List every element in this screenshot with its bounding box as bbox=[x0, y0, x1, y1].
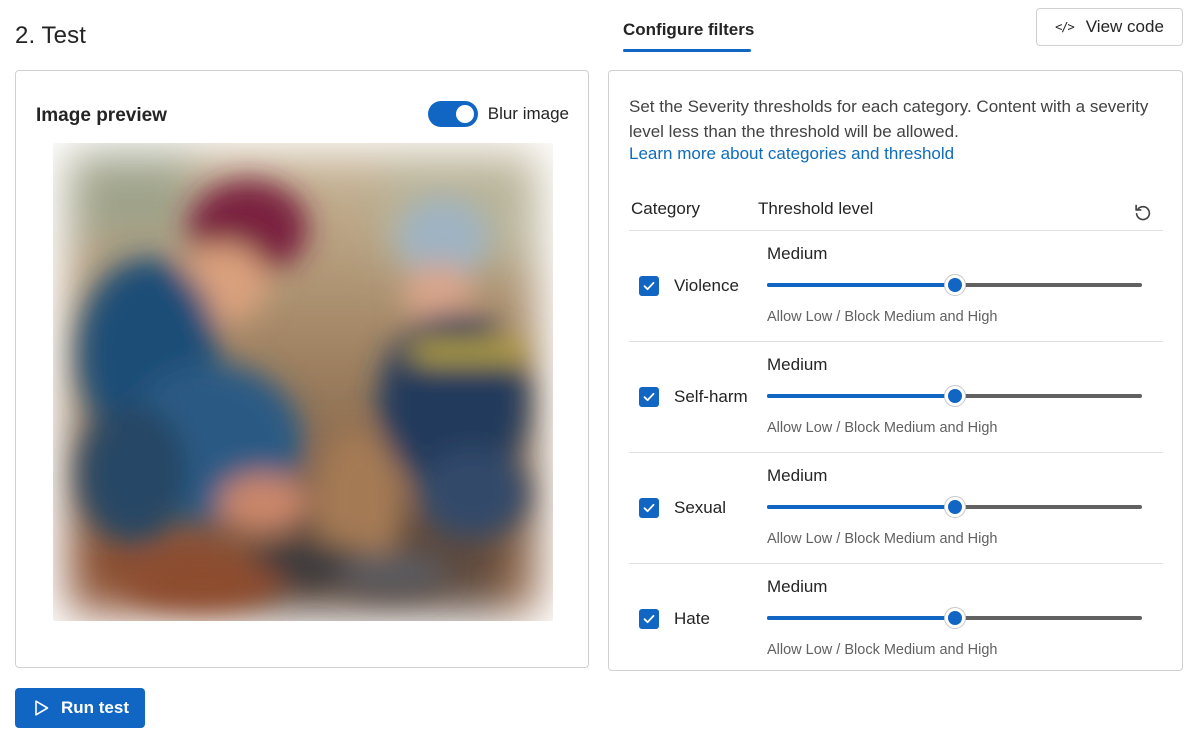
checkmark-icon bbox=[643, 614, 655, 624]
threshold-level-label: Medium bbox=[767, 577, 828, 596]
filter-row: Hate Medium Allow Low / Block Medium and H… bbox=[629, 563, 1163, 674]
slider-fill bbox=[767, 283, 955, 287]
category-checkbox[interactable] bbox=[639, 498, 659, 518]
tab-configure-filters[interactable]: Configure filters bbox=[623, 20, 754, 52]
threshold-level-label: Medium bbox=[767, 466, 828, 485]
filters-description: Set the Severity thresholds for each cat… bbox=[629, 97, 1149, 141]
run-test-label: Run test bbox=[61, 698, 129, 717]
threshold-level-label: Medium bbox=[767, 355, 828, 374]
threshold-hint: Allow Low / Block Medium and High bbox=[767, 309, 998, 325]
threshold-slider[interactable] bbox=[767, 607, 1142, 629]
run-test-button[interactable]: Run test bbox=[15, 688, 145, 728]
threshold-slider[interactable] bbox=[767, 274, 1142, 296]
checkmark-icon bbox=[643, 392, 655, 402]
slider-thumb[interactable] bbox=[943, 274, 966, 296]
checkmark-icon bbox=[643, 503, 655, 513]
blurred-preview-image bbox=[53, 143, 553, 621]
learn-more-link[interactable]: Learn more about categories and threshol… bbox=[629, 144, 954, 164]
configure-filters-panel: Set the Severity thresholds for each cat… bbox=[608, 70, 1183, 671]
slider-fill bbox=[767, 394, 955, 398]
tab-configure-filters-label: Configure filters bbox=[623, 20, 755, 39]
threshold-column-header: Threshold level bbox=[758, 199, 874, 218]
threshold-hint: Allow Low / Block Medium and High bbox=[767, 420, 998, 436]
threshold-slider[interactable] bbox=[767, 385, 1142, 407]
image-preview-label: Image preview bbox=[36, 105, 167, 126]
category-checkbox[interactable] bbox=[639, 387, 659, 407]
filter-row: Self-harm Medium Allow Low / Block Medium … bbox=[629, 341, 1163, 452]
slider-fill bbox=[767, 616, 955, 620]
blur-image-label: Blur image bbox=[487, 104, 569, 123]
category-name: Hate bbox=[674, 609, 710, 628]
image-preview-card: Image preview Blur image bbox=[15, 70, 589, 668]
toggle-knob bbox=[455, 105, 474, 123]
tab-selected-indicator bbox=[623, 49, 751, 52]
threshold-level-label: Medium bbox=[767, 244, 828, 263]
toggle-switch[interactable] bbox=[427, 101, 478, 127]
threshold-slider[interactable] bbox=[767, 496, 1142, 518]
section-title: 2. Test bbox=[15, 22, 86, 49]
category-column-header: Category bbox=[631, 199, 700, 218]
code-icon: </> bbox=[1055, 20, 1075, 34]
category-name: Self-harm bbox=[674, 387, 748, 406]
threshold-hint: Allow Low / Block Medium and High bbox=[767, 642, 998, 658]
blur-image-toggle[interactable]: Blur image bbox=[427, 101, 569, 127]
slider-thumb[interactable] bbox=[943, 496, 966, 518]
view-code-button[interactable]: </> View code bbox=[1036, 8, 1183, 46]
threshold-hint: Allow Low / Block Medium and High bbox=[767, 531, 998, 547]
slider-fill bbox=[767, 505, 955, 509]
view-code-label: View code bbox=[1085, 17, 1164, 36]
play-icon bbox=[35, 700, 49, 716]
category-name: Violence bbox=[674, 276, 739, 295]
undo-icon bbox=[1135, 204, 1151, 221]
category-checkbox[interactable] bbox=[639, 276, 659, 296]
filter-row: Violence Medium Allow Low / Block Medium a… bbox=[629, 230, 1163, 341]
slider-thumb[interactable] bbox=[943, 385, 966, 407]
reset-button[interactable] bbox=[1128, 197, 1158, 227]
checkmark-icon bbox=[643, 281, 655, 291]
category-name: Sexual bbox=[674, 498, 726, 517]
category-checkbox[interactable] bbox=[639, 609, 659, 629]
filter-row: Sexual Medium Allow Low / Block Medium and… bbox=[629, 452, 1163, 563]
slider-thumb[interactable] bbox=[943, 607, 966, 629]
